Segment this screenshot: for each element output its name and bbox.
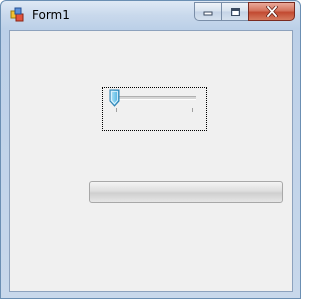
trackbar-tick-end (192, 108, 193, 112)
progress-bar (89, 181, 283, 203)
close-icon (265, 6, 278, 17)
app-icon[interactable] (10, 7, 26, 23)
title-bar[interactable]: Form1 (1, 1, 300, 29)
trackbar-thumb[interactable] (109, 89, 120, 107)
trackbar-track[interactable] (117, 96, 196, 100)
close-button[interactable] (248, 2, 295, 21)
client-area (9, 30, 293, 292)
form1-window: Form1 (0, 0, 301, 299)
maximize-icon (230, 7, 240, 16)
caption-buttons (194, 2, 295, 21)
window-title: Form1 (32, 8, 70, 22)
maximize-button[interactable] (221, 2, 248, 21)
trackbar-tick-start (116, 108, 117, 112)
minimize-button[interactable] (194, 2, 221, 21)
minimize-icon (203, 11, 212, 16)
trackbar[interactable] (102, 87, 207, 131)
